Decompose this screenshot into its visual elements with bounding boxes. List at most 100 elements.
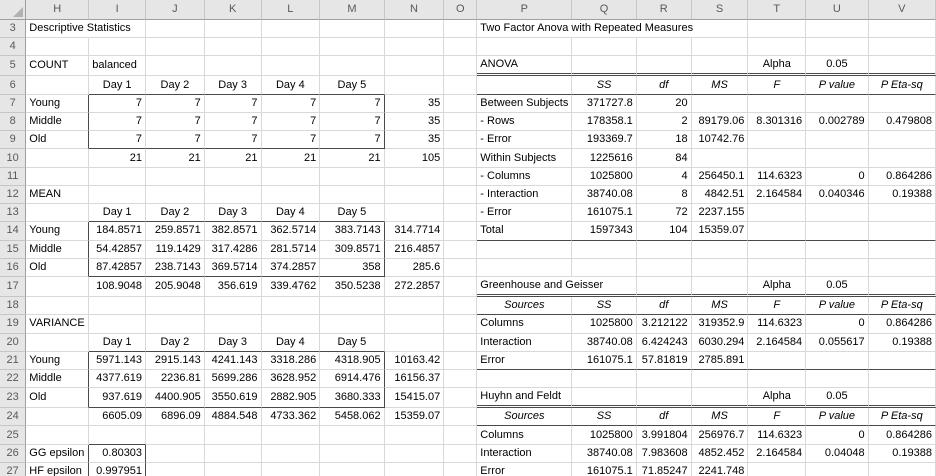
cell-U3[interactable] (806, 20, 869, 39)
cell-V3[interactable] (868, 20, 936, 39)
cell-J18[interactable] (146, 297, 205, 316)
cell-V16[interactable] (868, 258, 936, 278)
cell-H21[interactable]: Young (26, 351, 90, 370)
cell-R19[interactable]: 3.212122 (636, 315, 692, 334)
cell-P22[interactable] (477, 369, 573, 389)
cell-P16[interactable] (477, 258, 573, 278)
cell-K19[interactable] (204, 315, 262, 334)
cell-U24[interactable]: P value (806, 408, 869, 427)
cell-K27[interactable] (204, 462, 262, 476)
select-all-corner[interactable] (0, 0, 27, 20)
cell-J20[interactable]: Day 2 (146, 333, 205, 352)
row-header-4[interactable]: 4 (0, 38, 27, 57)
cell-J3[interactable] (146, 20, 205, 39)
row-header-8[interactable]: 8 (0, 112, 27, 132)
cell-R20[interactable]: 6.424243 (636, 333, 692, 352)
cell-R9[interactable]: 18 (636, 131, 692, 150)
cell-M16[interactable]: 358 (320, 258, 385, 278)
cell-H15[interactable]: Middle (26, 240, 90, 259)
cell-H8[interactable]: Middle (26, 112, 90, 132)
cell-J8[interactable]: 7 (146, 112, 205, 132)
cell-P3[interactable]: Two Factor Anova with Repeated Measures (477, 20, 749, 39)
cell-U18[interactable]: P value (806, 297, 869, 316)
cell-M15[interactable]: 309.8571 (320, 240, 385, 259)
cell-R4[interactable] (636, 38, 692, 57)
cell-S4[interactable] (691, 38, 749, 57)
row-header-15[interactable]: 15 (0, 240, 27, 259)
cell-O20[interactable] (444, 333, 478, 352)
column-header-T[interactable]: T (748, 0, 807, 20)
cell-U9[interactable] (806, 131, 869, 150)
cell-K3[interactable] (204, 20, 262, 39)
cell-V9[interactable] (868, 131, 936, 150)
cell-N6[interactable] (384, 76, 445, 95)
cell-T20[interactable]: 2.164584 (748, 333, 807, 352)
cell-S24[interactable]: MS (691, 408, 749, 427)
cell-K16[interactable]: 369.5714 (204, 258, 262, 278)
cell-M19[interactable] (320, 315, 385, 334)
cell-O4[interactable] (444, 38, 478, 57)
cell-R26[interactable]: 7.983608 (636, 444, 692, 463)
cell-Q6[interactable]: SS (572, 76, 637, 95)
cell-U12[interactable]: 0.040346 (806, 185, 869, 205)
cell-N19[interactable] (384, 315, 445, 334)
cell-U10[interactable] (806, 149, 869, 168)
row-header-25[interactable]: 25 (0, 426, 27, 445)
cell-O15[interactable] (444, 240, 478, 259)
cell-L11[interactable] (261, 167, 321, 186)
cell-S27[interactable]: 2241.748 (691, 462, 749, 476)
cell-I21[interactable]: 5971.143 (89, 351, 147, 370)
cell-V11[interactable]: 0.864286 (868, 167, 936, 186)
cell-L5[interactable] (261, 56, 321, 77)
cell-K20[interactable]: Day 3 (204, 333, 262, 352)
row-header-9[interactable]: 9 (0, 131, 27, 150)
cell-V26[interactable]: 0.19388 (868, 444, 936, 463)
row-header-10[interactable]: 10 (0, 149, 27, 168)
cell-K12[interactable] (204, 185, 262, 205)
cell-Q8[interactable]: 178358.1 (572, 112, 637, 132)
row-header-11[interactable]: 11 (0, 167, 27, 186)
cell-H27[interactable]: HF epsilon (26, 462, 90, 476)
cell-P6[interactable] (477, 76, 573, 95)
cell-H14[interactable]: Young (26, 222, 90, 241)
cell-Q5[interactable] (572, 56, 637, 77)
cell-I27[interactable]: 0.997951 (89, 462, 147, 476)
cell-O26[interactable] (444, 444, 478, 463)
cell-U4[interactable] (806, 38, 869, 57)
cell-N27[interactable] (384, 462, 445, 476)
column-header-K[interactable]: K (204, 0, 262, 20)
cell-U26[interactable]: 0.04048 (806, 444, 869, 463)
cell-R14[interactable]: 104 (636, 222, 692, 241)
cell-K7[interactable]: 7 (204, 94, 262, 113)
row-header-22[interactable]: 22 (0, 369, 27, 389)
cell-T25[interactable]: 114.6323 (748, 426, 807, 445)
cell-Q27[interactable]: 161075.1 (572, 462, 637, 476)
column-header-P[interactable]: P (477, 0, 573, 20)
cell-R12[interactable]: 8 (636, 185, 692, 205)
cell-V27[interactable] (868, 462, 936, 476)
cell-J13[interactable]: Day 2 (146, 204, 205, 223)
cell-R17[interactable] (636, 277, 692, 298)
cell-O12[interactable] (444, 185, 478, 205)
cell-M5[interactable] (320, 56, 385, 77)
cell-M7[interactable]: 7 (320, 94, 385, 113)
cell-L3[interactable] (261, 20, 321, 39)
cell-V18[interactable]: P Eta-sq (868, 297, 936, 316)
cell-H19[interactable]: VARIANCE (26, 315, 90, 334)
cell-L21[interactable]: 3318.286 (261, 351, 321, 370)
row-header-5[interactable]: 5 (0, 56, 27, 77)
cell-L27[interactable] (261, 462, 321, 476)
cell-H6[interactable] (26, 76, 90, 95)
column-header-L[interactable]: L (261, 0, 321, 20)
row-header-23[interactable]: 23 (0, 388, 27, 409)
column-header-H[interactable]: H (26, 0, 90, 20)
cell-U11[interactable]: 0 (806, 167, 869, 186)
cell-N17[interactable]: 272.2857 (384, 277, 445, 298)
cell-L7[interactable]: 7 (261, 94, 321, 113)
cell-H24[interactable] (26, 408, 90, 427)
cell-P19[interactable]: Columns (477, 315, 573, 334)
cell-I11[interactable] (89, 167, 147, 186)
cell-V5[interactable] (868, 56, 936, 77)
cell-L23[interactable]: 2882.905 (261, 388, 321, 409)
cell-H20[interactable] (26, 333, 90, 352)
